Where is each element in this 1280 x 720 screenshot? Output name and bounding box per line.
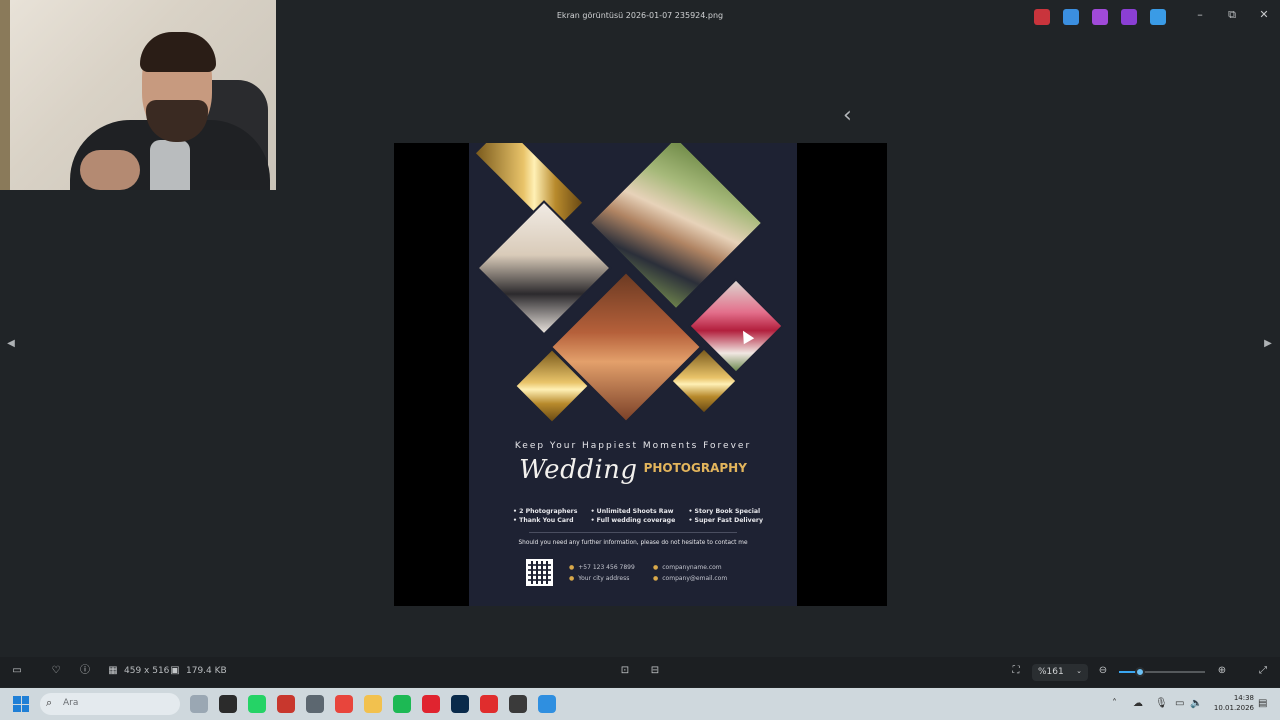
taskbar-search[interactable]: ⌕ Ara: [40, 693, 180, 715]
poster-note: Should you need any further information,…: [518, 540, 748, 546]
contact-email: company@email.com: [662, 575, 728, 582]
news-app-icon[interactable]: [277, 695, 295, 713]
headline-script: Wedding: [519, 455, 638, 485]
microphone-icon[interactable]: 🎙: [1155, 698, 1168, 709]
image-canvas: Keep Your Happiest Moments Forever Weddi…: [394, 143, 887, 606]
webcam-overlay: [0, 0, 276, 190]
poster-headline: Wedding PHOTOGRAPHY: [469, 455, 797, 485]
volume-icon[interactable]: 🔈: [1190, 698, 1202, 709]
phone-icon: ●: [569, 564, 575, 571]
zoom-in-icon[interactable]: ⊕: [1216, 665, 1228, 677]
viewer-toolbar: ▭ ♡ ⓘ ▦ 459 x 516 ▣ 179.4 KB ⊡ ⊟ ⛶ %161 …: [0, 657, 1280, 687]
title-app-icons: [1034, 9, 1166, 25]
info-icon[interactable]: ⓘ: [79, 665, 91, 677]
zoom-slider-knob[interactable]: [1134, 667, 1145, 677]
favorite-heart-icon[interactable]: ♡: [50, 665, 62, 677]
chevron-up-icon[interactable]: ˄: [1112, 698, 1117, 709]
contact-website: companyname.com: [662, 564, 722, 571]
file-explorer-dark-icon[interactable]: [219, 695, 237, 713]
folder-icon[interactable]: [364, 695, 382, 713]
chevron-down-icon: ⌄: [1076, 667, 1082, 675]
service-item: • Thank You Card: [513, 517, 574, 524]
search-icon: ⌕: [46, 696, 53, 709]
notification-icon[interactable]: ▤: [1258, 698, 1267, 709]
email-icon: ●: [653, 575, 659, 582]
poster-tagline: Keep Your Happiest Moments Forever: [514, 441, 752, 451]
spotify-icon[interactable]: [393, 695, 411, 713]
onedrive-tray-icon[interactable]: ☁: [1133, 698, 1143, 709]
calculator-icon[interactable]: [306, 695, 324, 713]
opera-icon[interactable]: [422, 695, 440, 713]
qr-code-icon: [526, 559, 553, 586]
contact-address: Your city address: [578, 575, 630, 582]
pencil-draw-icon[interactable]: [1063, 9, 1079, 25]
pinned-apps: [190, 695, 556, 713]
text-extract-icon[interactable]: ⊟: [649, 665, 661, 677]
paint-app-icon[interactable]: [538, 695, 556, 713]
web-icon: ●: [653, 564, 659, 571]
restore-button[interactable]: ⧉: [1222, 8, 1242, 22]
windows-start-icon[interactable]: [13, 696, 29, 712]
service-item: • Story Book Special: [688, 508, 761, 515]
zoom-slider[interactable]: [1119, 667, 1205, 677]
back-chevron-icon[interactable]: ‹: [843, 103, 852, 128]
contact-left: ● +57 123 456 7899 ● Your city address: [569, 562, 635, 584]
service-item: • Unlimited Shoots Raw: [590, 508, 674, 515]
close-button[interactable]: ✕: [1254, 8, 1274, 21]
search-placeholder: Ara: [63, 698, 79, 708]
services-column: • 2 Photographers • Thank You Card: [513, 507, 577, 525]
filmstrip-icon[interactable]: ▭: [11, 665, 23, 677]
poster-divider: [529, 532, 737, 533]
contact-right: ● companyname.com ● company@email.com: [653, 562, 727, 584]
services-column: • Story Book Special • Super Fast Delive…: [688, 507, 763, 525]
zoom-level-dropdown[interactable]: %161 ⌄: [1032, 664, 1088, 681]
weather-widget-icon[interactable]: [190, 695, 208, 713]
davinci-resolve-icon[interactable]: [509, 695, 527, 713]
minimize-button[interactable]: –: [1190, 8, 1210, 21]
onedrive-icon[interactable]: [1150, 9, 1166, 25]
designer-icon[interactable]: [1092, 9, 1108, 25]
dimensions-icon: ▦: [108, 665, 118, 676]
copilot-icon[interactable]: [1034, 9, 1050, 25]
image-dimensions: 459 x 516: [124, 666, 170, 676]
taskbar-clock[interactable]: 14:38 10.01.2026: [1206, 693, 1254, 713]
wedding-poster: Keep Your Happiest Moments Forever Weddi…: [469, 143, 797, 606]
photoshop-icon[interactable]: [451, 695, 469, 713]
clipchamp-icon[interactable]: [1121, 9, 1137, 25]
clock-date: 10.01.2026: [1213, 704, 1254, 712]
services-column: • Unlimited Shoots Raw • Full wedding co…: [591, 507, 676, 525]
file-size-icon: ▣: [170, 665, 180, 676]
wps-office-icon[interactable]: [480, 695, 498, 713]
zoom-level: %161: [1038, 667, 1064, 677]
clock-time: 14:38: [1233, 694, 1254, 702]
zoom-out-icon[interactable]: ⊖: [1097, 665, 1109, 677]
contact-phone: +57 123 456 7899: [578, 564, 635, 571]
location-icon: ●: [569, 575, 575, 582]
whatsapp-icon[interactable]: [248, 695, 266, 713]
chrome-icon[interactable]: [335, 695, 353, 713]
services-list: • 2 Photographers • Thank You Card • Unl…: [513, 507, 763, 525]
service-item: • Super Fast Delivery: [688, 517, 763, 524]
file-size: 179.4 KB: [186, 666, 227, 676]
full-screen-icon[interactable]: ⤢: [1257, 665, 1269, 677]
headline-bold: PHOTOGRAPHY: [643, 461, 747, 475]
network-icon[interactable]: ▭: [1175, 698, 1184, 709]
taskbar: ⌕ Ara ˄ ☁ 🎙 ▭ 🔈 14:38 10.01.2026 ▤: [0, 688, 1280, 720]
service-item: • Full wedding coverage: [590, 517, 676, 524]
service-item: • 2 Photographers: [513, 508, 578, 515]
next-image-button[interactable]: ▶: [1261, 334, 1275, 354]
fit-to-window-icon[interactable]: ⛶: [1010, 665, 1022, 677]
visual-search-icon[interactable]: ⊡: [619, 665, 631, 677]
previous-image-button[interactable]: ◀: [4, 334, 18, 354]
